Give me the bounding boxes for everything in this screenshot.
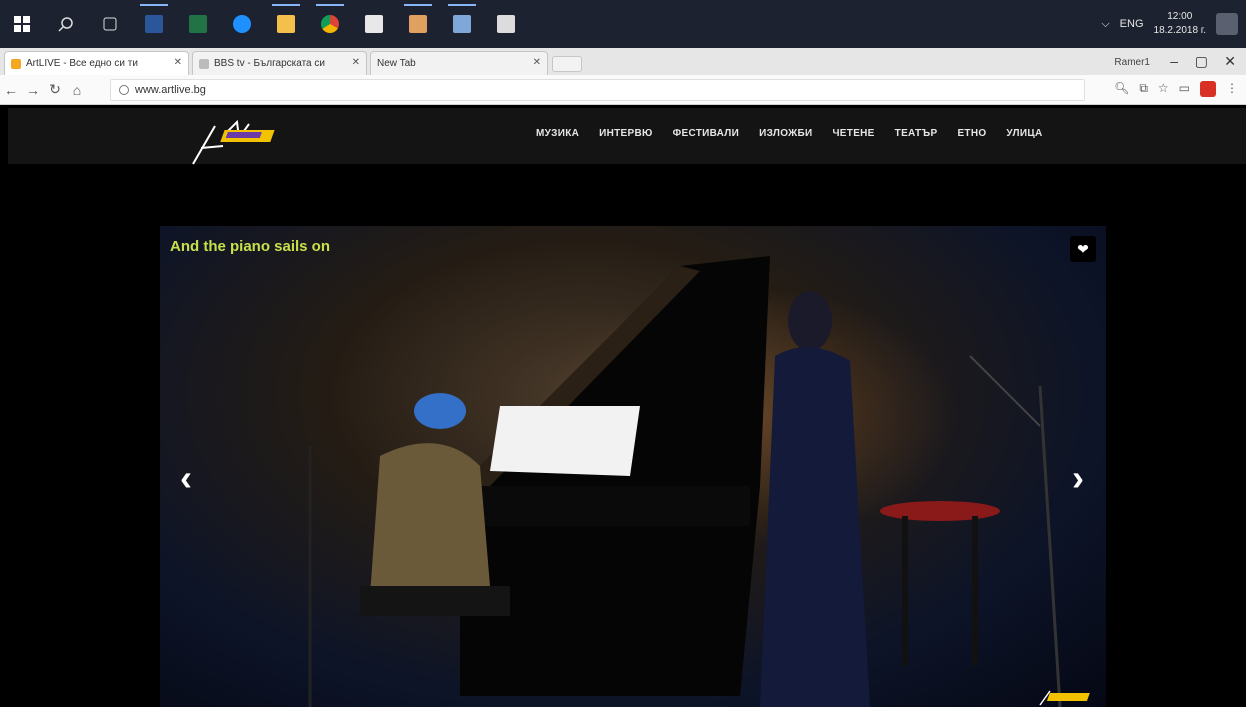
browser-tab[interactable]: ArtLIVE - Все едно си ти ✕ xyxy=(4,51,189,75)
favorite-heart-icon[interactable]: ❤ xyxy=(1070,236,1096,262)
photos-icon xyxy=(497,15,515,33)
store-icon xyxy=(409,15,427,33)
taskbar: ⌵ ENG 12:00 18.2.2018 г. xyxy=(0,0,1246,48)
tab-title: ArtLIVE - Все едно си ти xyxy=(26,58,138,69)
taskbar-store[interactable] xyxy=(398,4,438,44)
menu-item-festivals[interactable]: ФЕСТИВАЛИ xyxy=(673,128,739,139)
zoom-icon[interactable]: 🔍︎ xyxy=(1114,81,1129,97)
slider-next-button[interactable]: › xyxy=(1066,460,1090,496)
taskbar-edge[interactable] xyxy=(222,4,262,44)
clock-date: 18.2.2018 г. xyxy=(1153,25,1206,36)
folder-icon xyxy=(277,15,295,33)
toolbar-icons: 🔍︎ ⧉ ☆ ▭ ⋮ xyxy=(1114,81,1238,97)
translate-icon[interactable]: ⧉ xyxy=(1139,81,1148,97)
slide-photo xyxy=(308,256,1062,707)
featured-slider: And the piano sails on ❤ ‹ › xyxy=(160,226,1106,707)
language-indicator[interactable]: ENG xyxy=(1120,18,1144,30)
task-view-icon xyxy=(103,17,117,31)
tab-close-icon[interactable]: ✕ xyxy=(533,57,541,68)
back-button[interactable]: ← xyxy=(0,82,22,98)
watermark-logo xyxy=(1039,690,1090,706)
artlive-logo[interactable] xyxy=(163,118,283,168)
menu-item-interview[interactable]: ИНТЕРВЮ xyxy=(599,128,653,139)
notification-icon[interactable] xyxy=(1216,13,1238,35)
browser-tab[interactable]: New Tab ✕ xyxy=(370,51,548,75)
slider-prev-button[interactable]: ‹ xyxy=(174,460,198,496)
word-icon xyxy=(145,15,163,33)
menu-item-theatre[interactable]: ТЕАТЪР xyxy=(895,128,938,139)
clock-time: 12:00 xyxy=(1167,11,1193,22)
info-icon[interactable] xyxy=(119,85,129,95)
menu-item-exhibitions[interactable]: ИЗЛОЖБИ xyxy=(759,128,812,139)
address-bar-row: ← → ↻ ⌂ www.artlive.bg 🔍︎ ⧉ ☆ ▭ ⋮ xyxy=(0,75,1246,105)
windows-logo-icon xyxy=(14,16,30,32)
chevron-up-icon[interactable]: ⌵ xyxy=(1101,18,1109,31)
forward-button[interactable]: → xyxy=(22,82,44,98)
menu-item-ethno[interactable]: ЕТНО xyxy=(957,128,986,139)
excel-icon xyxy=(189,15,207,33)
site-header: МУЗИКА ИНТЕРВЮ ФЕСТИВАЛИ ИЗЛОЖБИ ЧЕТЕНЕ … xyxy=(8,108,1246,165)
url-text: www.artlive.bg xyxy=(135,84,206,96)
start-button[interactable] xyxy=(2,4,42,44)
profile-button[interactable]: Ramer1 xyxy=(1114,57,1150,68)
taskbar-word[interactable] xyxy=(134,4,174,44)
taskbar-chrome[interactable] xyxy=(310,4,350,44)
bookmark-star-icon[interactable]: ☆ xyxy=(1158,81,1169,97)
menu-item-music[interactable]: МУЗИКА xyxy=(536,128,579,139)
slide-title[interactable]: And the piano sails on xyxy=(170,238,330,255)
system-tray: ⌵ ENG 12:00 18.2.2018 г. xyxy=(1101,0,1238,48)
search-icon xyxy=(58,17,73,32)
tab-close-icon[interactable]: ✕ xyxy=(174,57,182,68)
screen: ⌵ ENG 12:00 18.2.2018 г. ArtLIVE - Все е… xyxy=(0,0,1246,707)
maximize-button[interactable]: ▢ xyxy=(1195,53,1208,70)
taskbar-mail[interactable] xyxy=(354,4,394,44)
taskbar-excel[interactable] xyxy=(178,4,218,44)
taskbar-search-button[interactable] xyxy=(46,4,86,44)
home-button[interactable]: ⌂ xyxy=(66,82,88,98)
taskbar-app[interactable] xyxy=(442,4,482,44)
menu-item-street[interactable]: УЛИЦА xyxy=(1006,128,1042,139)
reload-button[interactable]: ↻ xyxy=(44,81,66,98)
mail-icon xyxy=(365,15,383,33)
taskbar-file-explorer[interactable] xyxy=(266,4,306,44)
edge-icon xyxy=(233,15,251,33)
taskbar-photos[interactable] xyxy=(486,4,526,44)
url-input[interactable]: www.artlive.bg xyxy=(110,79,1085,101)
cast-icon[interactable]: ▭ xyxy=(1179,81,1190,97)
minimize-button[interactable]: – xyxy=(1170,53,1178,69)
menu-item-reading[interactable]: ЧЕТЕНЕ xyxy=(832,128,874,139)
tab-favicon-icon xyxy=(11,58,21,69)
browser-tab[interactable]: BBS tv - Българската си ✕ xyxy=(192,51,367,75)
main-menu: МУЗИКА ИНТЕРВЮ ФЕСТИВАЛИ ИЗЛОЖБИ ЧЕТЕНЕ … xyxy=(536,128,1043,139)
close-window-button[interactable]: ✕ xyxy=(1224,53,1236,70)
task-view-button[interactable] xyxy=(90,4,130,44)
tab-title: BBS tv - Българската си xyxy=(214,58,325,69)
extension-icon[interactable] xyxy=(1200,81,1216,97)
tab-favicon-icon xyxy=(199,58,209,69)
chrome-icon xyxy=(321,15,339,33)
new-tab-button[interactable] xyxy=(552,56,582,72)
tab-close-icon[interactable]: ✕ xyxy=(352,57,360,68)
menu-dots-icon[interactable]: ⋮ xyxy=(1226,81,1238,97)
website: МУЗИКА ИНТЕРВЮ ФЕСТИВАЛИ ИЗЛОЖБИ ЧЕТЕНЕ … xyxy=(8,108,1246,707)
app-icon xyxy=(453,15,471,33)
tab-title: New Tab xyxy=(377,58,416,69)
browser-tab-strip: ArtLIVE - Все едно си ти ✕ BBS tv - Бълг… xyxy=(0,48,1246,75)
clock[interactable]: 12:00 18.2.2018 г. xyxy=(1154,10,1206,38)
